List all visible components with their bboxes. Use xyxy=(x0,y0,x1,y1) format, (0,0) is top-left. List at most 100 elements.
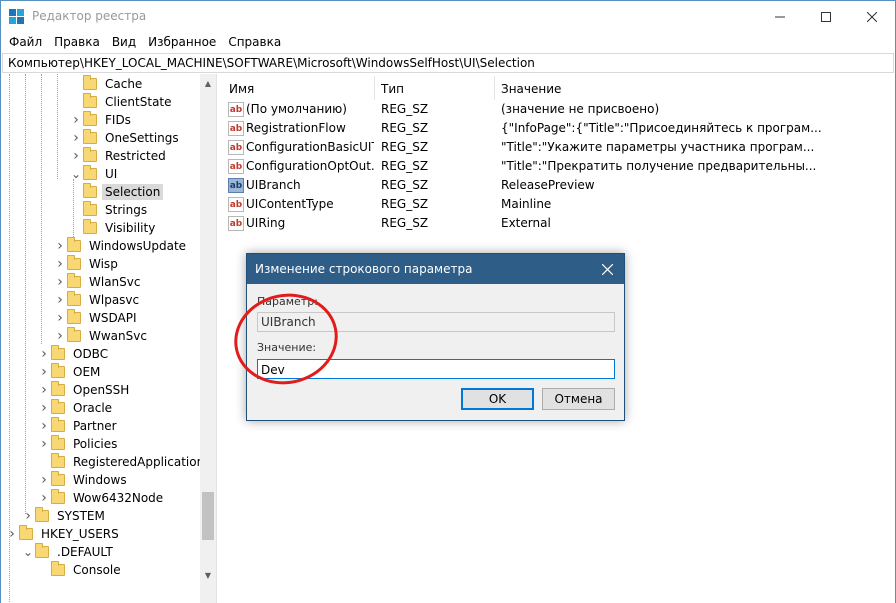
tree-node[interactable]: › WindowsUpdate xyxy=(53,237,189,255)
tree-node-label: WlanSvc xyxy=(89,275,141,289)
expand-chevron-icon[interactable]: › xyxy=(69,111,83,129)
expand-chevron-icon[interactable]: › xyxy=(37,381,51,399)
menu-file[interactable]: Файл xyxy=(3,32,48,52)
column-header-name[interactable]: Имя xyxy=(223,76,375,100)
tree-node[interactable]: Visibility xyxy=(69,219,158,237)
tree-scrollbar[interactable]: ▲ ▼ xyxy=(200,74,216,603)
folder-icon xyxy=(83,165,97,180)
tree-node[interactable]: ⌄ UI xyxy=(69,165,120,183)
tree-node[interactable]: › OpenSSH xyxy=(37,381,132,399)
tree-node[interactable]: › HKEY_USERS xyxy=(5,525,122,543)
tree-node-label: Visibility xyxy=(105,221,156,235)
column-header-value[interactable]: Значение xyxy=(495,76,895,100)
tree-node[interactable]: › Windows xyxy=(37,471,130,489)
minimize-button[interactable] xyxy=(757,1,803,32)
expand-chevron-icon[interactable]: › xyxy=(21,507,35,525)
dialog-title-bar[interactable]: Изменение строкового параметра xyxy=(247,254,624,284)
table-row[interactable]: ab ConfigurationOptOut... REG_SZ "Title":"П… xyxy=(223,157,895,176)
expand-chevron-icon[interactable]: › xyxy=(37,471,51,489)
scroll-up-arrow-icon[interactable]: ▲ xyxy=(200,76,216,90)
tree-node[interactable]: Strings xyxy=(69,201,150,219)
menu-favorites[interactable]: Избранное xyxy=(142,32,222,52)
tree-node-label: UI xyxy=(105,167,118,181)
expand-chevron-icon[interactable]: › xyxy=(37,363,51,381)
tree-node[interactable]: › Wlpasvc xyxy=(53,291,142,309)
tree-node[interactable]: › WSDAPI xyxy=(53,309,140,327)
maximize-button[interactable] xyxy=(803,1,849,32)
table-row[interactable]: abConfigurationBasicUIT... REG_SZ "Title":… xyxy=(223,138,895,157)
scrollbar-thumb[interactable] xyxy=(202,492,214,540)
tree-node[interactable]: › Oracle xyxy=(37,399,115,417)
menu-help[interactable]: Справка xyxy=(222,32,287,52)
row-type: REG_SZ xyxy=(381,121,429,135)
ok-button[interactable]: OK xyxy=(461,388,534,410)
table-row[interactable]: ab (По умолчанию) REG_SZ (значение не присв… xyxy=(223,100,895,119)
menu-view[interactable]: Вид xyxy=(106,32,142,52)
tree-node[interactable]: › WlanSvc xyxy=(53,273,143,291)
tree-node[interactable]: › Policies xyxy=(37,435,120,453)
expand-chevron-icon[interactable]: › xyxy=(53,255,67,273)
tree-node[interactable]: › OneSettings xyxy=(69,129,182,147)
tree-node[interactable]: Cache xyxy=(69,75,145,93)
string-value-icon: ab xyxy=(228,121,244,136)
tree-node[interactable]: › OEM xyxy=(37,363,103,381)
scroll-down-arrow-icon[interactable]: ▼ xyxy=(200,568,216,582)
tree-node[interactable]: › Wisp xyxy=(53,255,121,273)
tree-node[interactable]: › Wow6432Node xyxy=(37,489,166,507)
tree-node[interactable]: ClientState xyxy=(69,93,175,111)
tree-node[interactable]: › ODBC xyxy=(37,345,111,363)
tree-node[interactable]: Console xyxy=(37,561,124,579)
tree-node-label: Policies xyxy=(73,437,118,451)
tree-guide-line xyxy=(57,74,58,179)
tree-node-label: RegisteredApplications xyxy=(73,455,211,469)
tree-node[interactable]: › Restricted xyxy=(69,147,169,165)
column-header-type[interactable]: Тип xyxy=(375,76,495,100)
expand-chevron-icon[interactable]: › xyxy=(53,273,67,291)
tree-node-label: Partner xyxy=(73,419,117,433)
tree-node[interactable]: Selection xyxy=(69,183,164,201)
expand-chevron-icon[interactable]: › xyxy=(53,291,67,309)
tree-node[interactable]: › Partner xyxy=(37,417,120,435)
collapse-chevron-icon[interactable]: ⌄ xyxy=(69,165,83,183)
close-button[interactable] xyxy=(849,1,895,32)
pane-splitter[interactable] xyxy=(216,74,223,603)
expand-chevron-icon[interactable]: › xyxy=(5,525,19,543)
folder-icon xyxy=(51,417,65,432)
table-row[interactable]: ab UIBranch REG_SZ ReleasePreview xyxy=(223,176,895,195)
folder-icon xyxy=(51,453,65,468)
expand-chevron-icon[interactable]: › xyxy=(37,417,51,435)
expand-chevron-icon[interactable]: › xyxy=(37,345,51,363)
dialog-close-button[interactable] xyxy=(596,258,618,280)
title-bar[interactable]: Редактор реестра xyxy=(1,1,895,32)
tree-node-label: WwanSvc xyxy=(89,329,147,343)
folder-icon xyxy=(51,471,65,486)
expand-chevron-icon[interactable]: › xyxy=(53,237,67,255)
expand-chevron-icon[interactable]: › xyxy=(37,435,51,453)
expand-chevron-icon[interactable]: › xyxy=(37,489,51,507)
tree-node[interactable]: › SYSTEM xyxy=(21,507,108,525)
table-row[interactable]: ab UIContentType REG_SZ Mainline xyxy=(223,195,895,214)
expand-chevron-icon[interactable]: › xyxy=(69,129,83,147)
table-row[interactable]: ab RegistrationFlow REG_SZ {"InfoPage":{"Ti… xyxy=(223,119,895,138)
menu-edit[interactable]: Правка xyxy=(48,32,106,52)
address-bar[interactable]: Компьютер\HKEY_LOCAL_MACHINE\SOFTWARE\Mi… xyxy=(2,53,894,73)
expand-chevron-icon[interactable]: › xyxy=(53,327,67,345)
expand-chevron-icon[interactable]: › xyxy=(53,309,67,327)
menu-bar: Файл Правка Вид Избранное Справка xyxy=(1,32,895,52)
key-tree[interactable]: Cache ClientState › FIDs › OneSettings › Restri… xyxy=(1,74,216,603)
tree-node[interactable]: ⌄ .DEFAULT xyxy=(21,543,116,561)
folder-icon xyxy=(83,93,97,108)
tree-node[interactable]: › FIDs xyxy=(69,111,134,129)
table-row[interactable]: ab UIRing REG_SZ External xyxy=(223,214,895,233)
collapse-chevron-icon[interactable]: ⌄ xyxy=(21,543,35,561)
tree-node[interactable]: RegisteredApplications xyxy=(37,453,213,471)
tree-node[interactable]: › WwanSvc xyxy=(53,327,150,345)
folder-icon xyxy=(67,255,81,270)
cancel-button[interactable]: Отмена xyxy=(542,388,615,410)
expand-chevron-icon[interactable]: › xyxy=(69,147,83,165)
tree-guide-line xyxy=(25,74,26,514)
expand-chevron-icon[interactable]: › xyxy=(37,399,51,417)
folder-icon xyxy=(83,75,97,90)
